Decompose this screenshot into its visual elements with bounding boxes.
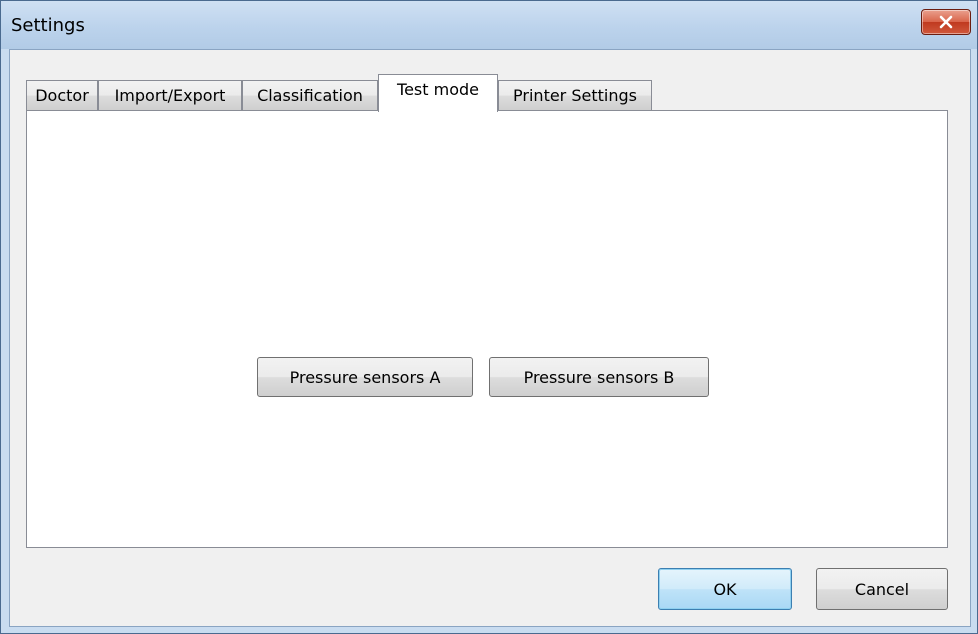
tab-test-mode[interactable]: Test mode	[378, 74, 498, 112]
tab-label: Classification	[257, 86, 363, 105]
settings-window: Settings Doctor Import/Export Classifica…	[0, 0, 978, 634]
tab-label: Import/Export	[114, 86, 226, 105]
test-mode-panel: Pressure sensors A Pressure sensors B	[26, 110, 948, 548]
tab-doctor[interactable]: Doctor	[26, 80, 98, 110]
close-icon	[939, 15, 953, 29]
tab-label: Doctor	[35, 86, 89, 105]
tab-printer-settings[interactable]: Printer Settings	[498, 80, 652, 110]
tab-classification[interactable]: Classification	[242, 80, 378, 110]
tab-label: Printer Settings	[513, 86, 637, 105]
tab-import-export[interactable]: Import/Export	[98, 80, 242, 110]
cancel-button[interactable]: Cancel	[816, 568, 948, 610]
pressure-sensors-a-button[interactable]: Pressure sensors A	[257, 357, 473, 397]
dialog-body: Doctor Import/Export Classification Test…	[9, 49, 971, 627]
close-button[interactable]	[921, 9, 971, 35]
ok-button[interactable]: OK	[658, 568, 792, 610]
window-title: Settings	[11, 15, 85, 36]
tab-label: Test mode	[397, 80, 479, 99]
title-bar[interactable]: Settings	[1, 1, 977, 49]
pressure-sensors-b-button[interactable]: Pressure sensors B	[489, 357, 709, 397]
